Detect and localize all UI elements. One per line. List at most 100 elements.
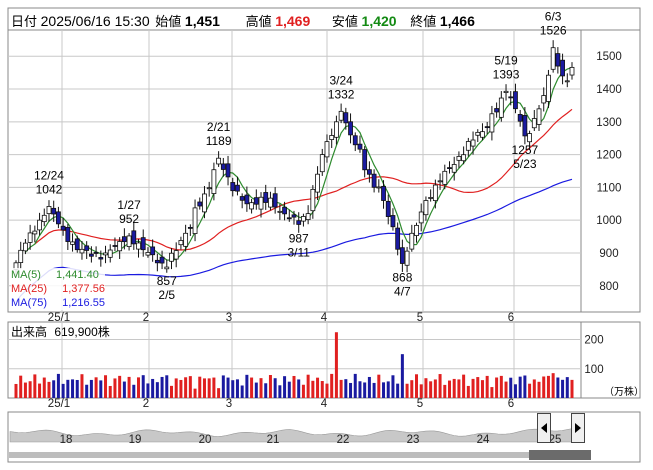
candle-up <box>164 266 170 270</box>
minimap-left-handle[interactable] <box>537 413 551 443</box>
annotation-value: 1332 <box>328 87 355 101</box>
candle-up <box>376 186 382 189</box>
volume-bar <box>169 385 173 398</box>
minimap-scrollbar[interactable] <box>9 449 639 461</box>
candle-down <box>291 214 297 218</box>
price-x-tick-label: 3 <box>226 312 232 324</box>
annotation-value: 952 <box>119 212 139 226</box>
minimap-right-handle[interactable] <box>571 413 585 443</box>
volume-bar <box>184 377 188 398</box>
candle-up <box>258 196 264 210</box>
volume-bar <box>94 377 98 398</box>
candle-down <box>522 115 528 137</box>
candle-up <box>414 224 419 236</box>
candle-down <box>484 126 490 129</box>
volume-bar <box>542 376 546 398</box>
candle-up <box>173 250 179 260</box>
volume-x-tick-label: 3 <box>226 398 232 410</box>
annotation-date: 2/21 <box>207 120 231 134</box>
annotation-date: 5/23 <box>513 157 537 171</box>
candle-down <box>272 193 278 208</box>
candle-up <box>70 241 75 245</box>
minimap-scroll-thumb[interactable] <box>529 450 591 460</box>
candle-down <box>220 163 226 170</box>
candle-up <box>498 97 504 118</box>
candle-up <box>216 157 222 165</box>
volume-bar <box>292 375 296 398</box>
volume-bar <box>546 375 550 398</box>
volume-bar <box>471 378 475 398</box>
candle-down <box>348 121 353 136</box>
minimap-year-label: 22 <box>337 434 350 446</box>
candle-down <box>88 253 94 257</box>
chart-svg: 80090010001100120013001400150010020025/1… <box>7 7 641 463</box>
volume-bar <box>268 375 272 398</box>
volume-bar <box>405 383 409 398</box>
volume-bar <box>273 378 277 398</box>
candle-down <box>390 215 396 228</box>
volume-bar <box>306 374 310 398</box>
candle-up <box>461 154 467 162</box>
volume-bar <box>287 381 291 398</box>
volume-bar <box>556 377 560 398</box>
volume-bar <box>367 376 371 398</box>
annotation-value: 868 <box>392 270 412 284</box>
annotation-date: 2/5 <box>158 288 175 302</box>
minimap-year-label: 23 <box>407 434 420 446</box>
volume-bar <box>85 384 89 398</box>
candle-down <box>399 247 405 264</box>
candle-up <box>480 131 485 138</box>
candle-up <box>503 90 509 93</box>
volume-bar <box>523 375 527 398</box>
annotation-date: 1/27 <box>117 198 141 212</box>
volume-bar <box>89 379 93 398</box>
volume-bar <box>99 380 103 398</box>
price-tick-label: 800 <box>599 281 618 293</box>
candle-up <box>183 232 189 247</box>
candle-down <box>362 149 368 171</box>
price-x-tick-label: 5 <box>417 312 423 324</box>
volume-bar <box>358 381 362 398</box>
volume-bar <box>504 381 508 398</box>
volume-bar <box>217 388 221 398</box>
candle-down <box>286 217 292 220</box>
minimap-year-label: 21 <box>267 434 280 446</box>
legend-ma75-value: 1,216.55 <box>62 297 105 309</box>
candle-up <box>329 135 335 140</box>
volume-bar <box>38 383 42 398</box>
candle-up <box>18 249 24 263</box>
minimap-year-label: 20 <box>199 434 212 446</box>
minimap-year-label: 24 <box>477 434 490 446</box>
volume-bar <box>518 376 522 398</box>
candle-down <box>494 108 500 113</box>
volume-bar <box>278 385 282 398</box>
candle-up <box>136 242 141 250</box>
volume-bar <box>391 375 395 398</box>
volume-bar <box>537 381 541 398</box>
candle-down <box>296 220 302 225</box>
candle-up <box>550 47 556 70</box>
volume-bar <box>14 383 18 398</box>
candle-down <box>121 236 127 243</box>
volume-bar <box>565 377 569 398</box>
volume-bar <box>457 379 461 398</box>
candle-down <box>197 201 203 207</box>
volume-bar <box>231 380 235 398</box>
candle-down <box>282 206 287 215</box>
legend-ma5-value: 1,441.40 <box>56 269 99 281</box>
candle-down <box>508 96 514 99</box>
volume-bar <box>174 378 178 398</box>
volume-bar <box>118 375 122 398</box>
minimap-year-label: 18 <box>60 434 73 446</box>
volume-bar <box>28 381 32 398</box>
volume-bar <box>155 382 159 398</box>
volume-bar <box>415 374 419 398</box>
candle-up <box>169 252 174 262</box>
volume-bar <box>127 376 131 398</box>
candle-down <box>371 173 377 188</box>
volume-bar <box>466 385 470 398</box>
candle-up <box>324 141 330 158</box>
price-tick-label: 1200 <box>596 150 622 162</box>
candle-up <box>268 197 273 208</box>
volume-bar <box>113 378 117 398</box>
